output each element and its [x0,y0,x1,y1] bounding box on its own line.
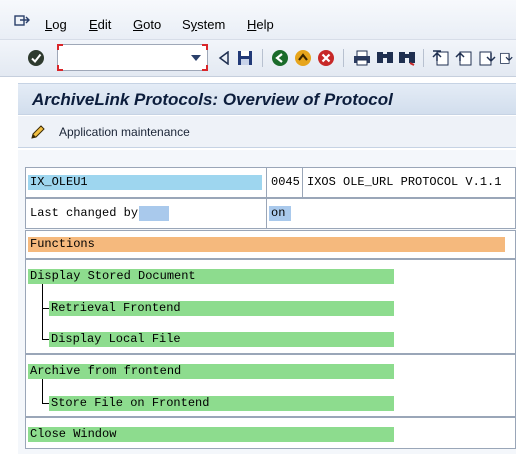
previous-page-icon[interactable] [454,48,474,68]
save-icon[interactable] [235,48,255,68]
last-changed-label: Last changed by [30,206,138,220]
tree-connector [42,339,49,340]
menu-edit-mnemonic: E [89,17,98,32]
exit-icon[interactable] [293,48,313,68]
menu-log-rest: og [52,17,67,32]
functions-header-box: Functions [25,230,516,259]
menu-goto-rest: oto [143,17,162,32]
chevron-down-icon[interactable] [191,55,201,61]
cancel-icon[interactable] [316,48,336,68]
functions-header: Functions [28,237,505,252]
next-page-icon[interactable] [477,48,497,68]
command-field-corner [202,44,208,50]
command-input[interactable] [61,48,186,67]
function-group-archive: Archive from frontend Store File on Fron… [25,354,516,417]
tree-connector [42,403,49,404]
menu-help-mnemonic: H [247,17,257,32]
menu-help-rest: elp [256,17,274,32]
function-display-stored-document[interactable]: Display Stored Document [28,269,394,284]
find-next-icon[interactable] [397,48,417,68]
menu-bar: Log Edit Goto System Help [0,0,516,40]
divider [266,199,267,229]
function-store-file-on-frontend[interactable]: Store File on Frontend [49,396,394,411]
last-changed-on-label: on [269,206,291,221]
command-field-corner [202,65,208,71]
menu-log[interactable]: Log [45,17,67,32]
function-retrieval-frontend[interactable]: Retrieval Frontend [49,301,394,316]
last-changed-by-value [139,206,169,221]
menu-system[interactable]: System [182,17,225,32]
protocol-overview: IX_OLEU1 0045 IXOS OLE_URL PROTOCOL V.1.… [18,150,516,454]
last-page-icon[interactable] [499,48,513,68]
pencil-icon[interactable] [30,124,46,140]
application-toolbar: Application maintenance [18,116,516,148]
function-close-window[interactable]: Close Window [28,427,394,442]
function-group-close: Close Window [25,417,516,449]
standard-toolbar [0,40,516,77]
tree-connector [42,308,49,309]
protocol-description: IXOS OLE_URL PROTOCOL V.1.1 [307,175,502,189]
toolbar-separator [343,49,344,67]
last-changed-box: Last changed by on [25,198,516,229]
menu-goto[interactable]: Goto [133,17,161,32]
menu-help[interactable]: Help [247,17,274,32]
application-maintenance-button[interactable]: Application maintenance [59,125,190,139]
tree-connector [42,379,43,403]
menu-system-rest: stem [197,17,226,32]
first-page-icon[interactable] [431,48,451,68]
toolbar-separator [423,49,424,67]
page-title: ArchiveLink Protocols: Overview of Proto… [32,90,393,109]
back-icon[interactable] [270,48,290,68]
menu-edit-rest: dit [97,17,112,32]
divider [266,168,267,198]
protocol-id: IX_OLEU1 [28,175,262,190]
function-archive-from-frontend[interactable]: Archive from frontend [28,364,394,379]
screen-title-bar: ArchiveLink Protocols: Overview of Proto… [18,83,516,115]
menu-edit[interactable]: Edit [89,17,111,32]
protocol-version: 0045 [271,175,300,189]
tree-connector [42,284,43,339]
divider [302,168,303,198]
function-display-local-file[interactable]: Display Local File [49,332,394,347]
menu-system-pre: S [182,17,191,32]
menu-goto-mnemonic: G [133,17,144,32]
function-group-display: Display Stored Document Retrieval Fronte… [25,259,516,354]
command-field[interactable] [57,44,208,71]
find-icon[interactable] [375,48,395,68]
enter-icon[interactable] [26,48,46,68]
system-menu-icon[interactable] [14,14,30,28]
print-icon[interactable] [352,48,372,68]
protocol-header-box: IX_OLEU1 0045 IXOS OLE_URL PROTOCOL V.1.… [25,167,516,198]
toolbar-separator [262,49,263,67]
back-nav-icon[interactable] [214,48,234,68]
